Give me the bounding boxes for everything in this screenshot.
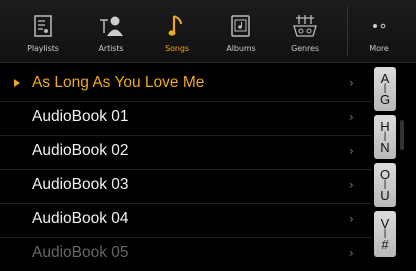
chevron-right-icon: › [349, 246, 354, 260]
tab-artists[interactable]: Artists [80, 0, 142, 62]
tab-albums[interactable]: Albums [210, 0, 272, 62]
index-end-letter: U [380, 188, 390, 203]
tab-label: Artists [98, 44, 124, 53]
list-item-current[interactable]: As Long As You Love Me › [0, 67, 372, 102]
list-item[interactable]: AudioBook 03 › [0, 169, 372, 204]
song-title: AudioBook 04 [32, 210, 129, 227]
tab-songs[interactable]: Songs [146, 0, 208, 62]
tab-bar: Playlists Artists Songs Albums Genres Mo… [0, 0, 416, 63]
tab-playlists[interactable]: Playlists [12, 0, 74, 62]
scrollbar[interactable] [400, 120, 404, 150]
index-end-letter: N [380, 140, 390, 155]
index-button-o-u[interactable]: O | U [374, 163, 396, 207]
chevron-right-icon: › [349, 178, 354, 192]
song-title: AudioBook 05 [32, 244, 129, 261]
now-playing-icon [14, 79, 20, 87]
index-button-v-hash[interactable]: V | # [374, 211, 396, 257]
chevron-right-icon: › [349, 212, 354, 226]
album-icon [226, 12, 256, 40]
tab-genres[interactable]: Genres [274, 0, 336, 62]
artists-icon [96, 12, 126, 40]
index-end-letter: G [379, 92, 391, 107]
index-end-letter: # [381, 237, 389, 252]
list-item[interactable]: AudioBook 02 › [0, 135, 372, 170]
tab-label: Playlists [27, 44, 59, 53]
song-title: As Long As You Love Me [32, 74, 205, 91]
tab-label: Albums [226, 44, 256, 53]
tab-more[interactable]: More [348, 0, 410, 62]
list-item[interactable]: AudioBook 01 › [0, 101, 372, 136]
index-button-h-n[interactable]: H | N [374, 115, 396, 159]
list-item[interactable]: AudioBook 04 › [0, 203, 372, 238]
music-note-icon [162, 12, 192, 40]
song-title: AudioBook 03 [32, 176, 129, 193]
tab-label: Songs [165, 44, 189, 53]
index-button-a-g[interactable]: A | G [374, 67, 396, 111]
song-title: AudioBook 02 [32, 142, 129, 159]
chevron-right-icon: › [349, 110, 354, 124]
song-title: AudioBook 01 [32, 108, 129, 125]
chevron-right-icon: › [349, 76, 354, 90]
list-item[interactable]: AudioBook 05 › [0, 237, 372, 271]
tab-label: Genres [291, 44, 319, 53]
alphabet-index: A | G H | N O | U V | # [372, 64, 416, 261]
tab-label: More [369, 44, 389, 53]
chevron-right-icon: › [349, 144, 354, 158]
genres-icon [290, 12, 320, 40]
playlist-icon [28, 12, 58, 40]
more-dots-icon [364, 12, 394, 40]
